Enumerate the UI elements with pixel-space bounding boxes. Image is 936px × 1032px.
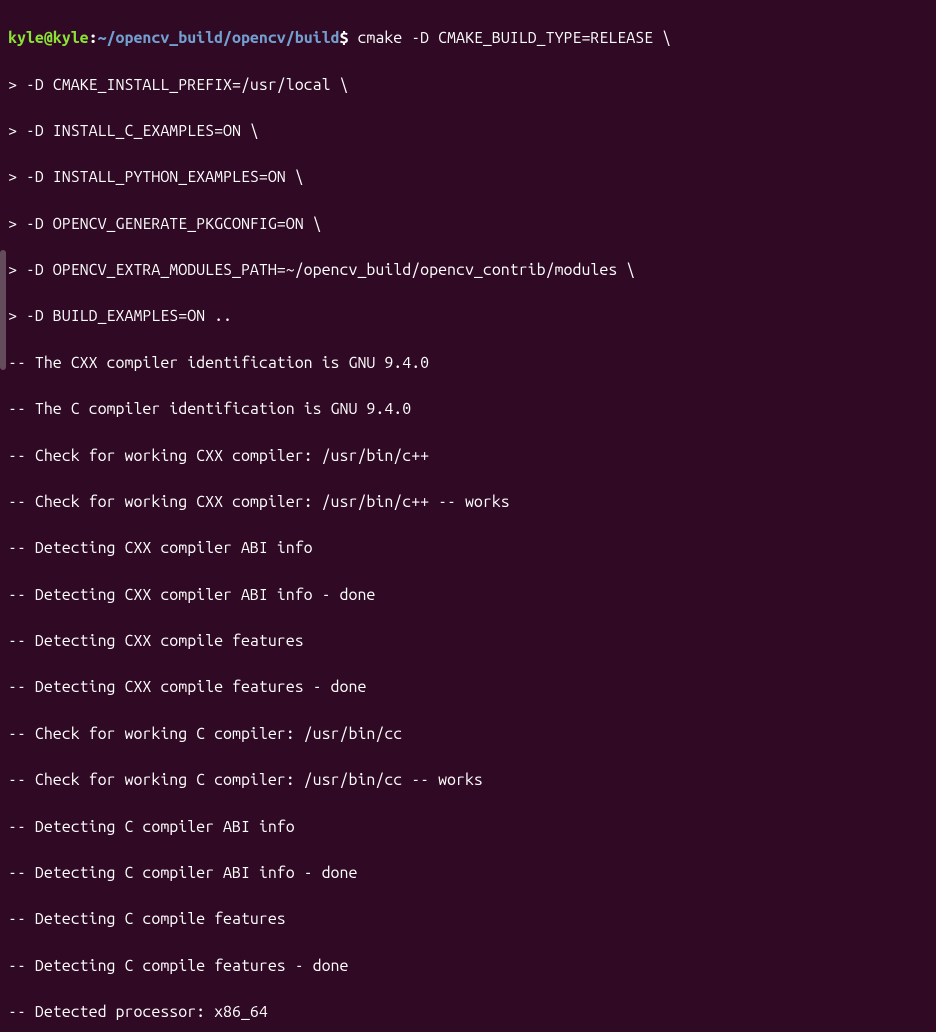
output-line: -- Check for working CXX compiler: /usr/… bbox=[8, 491, 928, 514]
continuation-line: > -D INSTALL_PYTHON_EXAMPLES=ON \ bbox=[8, 166, 928, 189]
user-host: kyle@kyle bbox=[8, 29, 89, 47]
output-line: -- Check for working CXX compiler: /usr/… bbox=[8, 445, 928, 468]
output-line: -- Detecting CXX compiler ABI info bbox=[8, 537, 928, 560]
continuation-line: > -D BUILD_EXAMPLES=ON .. bbox=[8, 305, 928, 328]
output-line: -- Check for working C compiler: /usr/bi… bbox=[8, 723, 928, 746]
continuation-line: > -D OPENCV_GENERATE_PKGCONFIG=ON \ bbox=[8, 213, 928, 236]
output-line: -- Detected processor: x86_64 bbox=[8, 1001, 928, 1024]
current-path: ~/opencv_build/opencv/build bbox=[98, 29, 340, 47]
scrollbar[interactable] bbox=[0, 250, 6, 370]
continuation-line: > -D OPENCV_EXTRA_MODULES_PATH=~/opencv_… bbox=[8, 259, 928, 282]
continuation-line: > -D INSTALL_C_EXAMPLES=ON \ bbox=[8, 120, 928, 143]
command-text: cmake -D CMAKE_BUILD_TYPE=RELEASE \ bbox=[349, 29, 672, 47]
output-line: -- The C compiler identification is GNU … bbox=[8, 398, 928, 421]
output-line: -- Detecting CXX compile features - done bbox=[8, 676, 928, 699]
prompt-dollar: $ bbox=[340, 29, 349, 47]
output-line: -- Detecting C compiler ABI info - done bbox=[8, 862, 928, 885]
output-line: -- Detecting C compile features - done bbox=[8, 955, 928, 978]
output-line: -- Detecting CXX compile features bbox=[8, 630, 928, 653]
prompt-colon: : bbox=[89, 29, 98, 47]
continuation-line: > -D CMAKE_INSTALL_PREFIX=/usr/local \ bbox=[8, 74, 928, 97]
output-line: -- Detecting CXX compiler ABI info - don… bbox=[8, 584, 928, 607]
output-line: -- Detecting C compile features bbox=[8, 908, 928, 931]
terminal[interactable]: kyle@kyle:~/opencv_build/opencv/build$ c… bbox=[8, 4, 928, 1032]
prompt-line: kyle@kyle:~/opencv_build/opencv/build$ c… bbox=[8, 27, 928, 50]
output-line: -- The CXX compiler identification is GN… bbox=[8, 352, 928, 375]
output-line: -- Detecting C compiler ABI info bbox=[8, 816, 928, 839]
output-line: -- Check for working C compiler: /usr/bi… bbox=[8, 769, 928, 792]
